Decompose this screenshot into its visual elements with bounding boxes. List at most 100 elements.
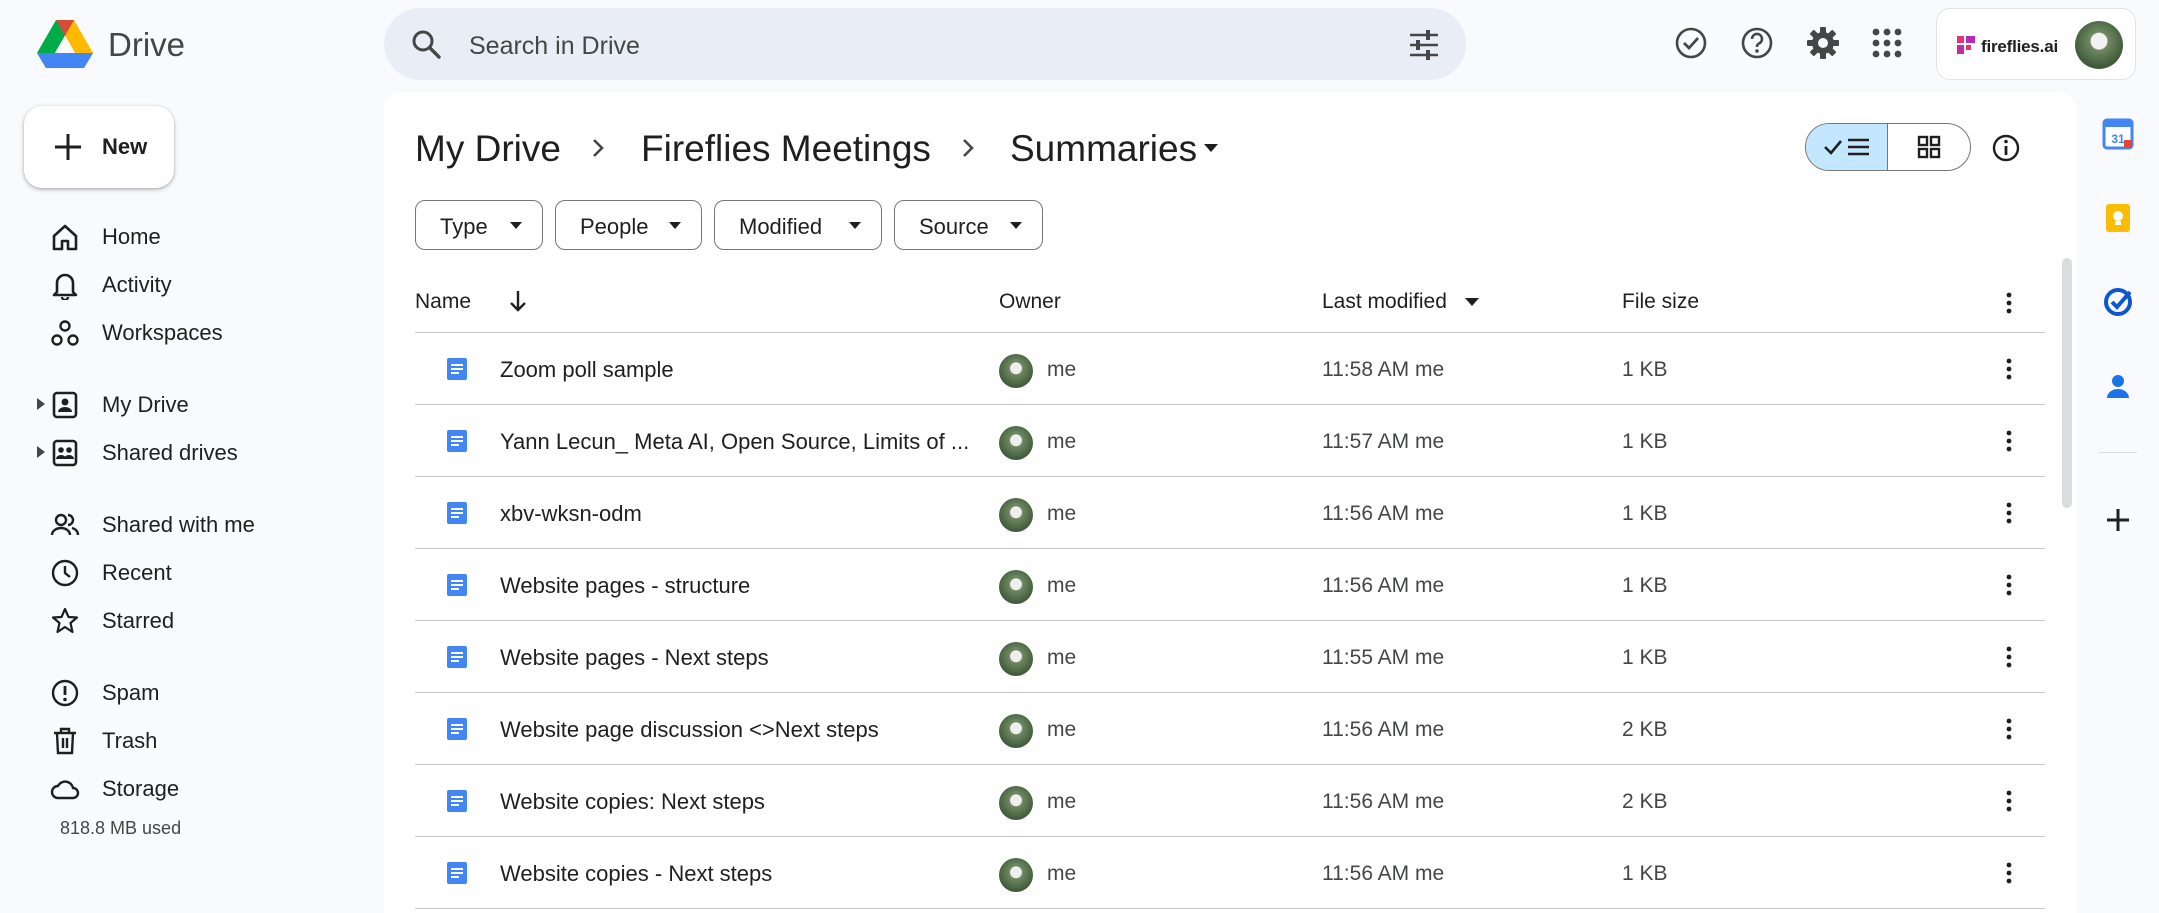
table-row[interactable]: Website page discussion <>Next steps me … <box>415 693 2045 765</box>
file-size: 1 KB <box>1622 430 1668 453</box>
sidebar-item-spam[interactable]: Spam <box>30 670 370 714</box>
table-row[interactable]: Website copies - Next steps me 11:56 AM … <box>415 837 2045 909</box>
scrollbar[interactable] <box>2062 258 2072 508</box>
sidebar-item-workspaces[interactable]: Workspaces <box>30 310 370 354</box>
filter-chip-modified[interactable]: Modified <box>714 200 882 250</box>
search-icon[interactable] <box>410 28 442 60</box>
file-name[interactable]: xbv-wksn-odm <box>500 501 970 527</box>
filter-chip-label: Source <box>919 214 989 239</box>
ready-for-offline-icon[interactable] <box>1673 25 1709 61</box>
more-vert-icon[interactable] <box>1995 289 2023 317</box>
file-name[interactable]: Zoom poll sample <box>500 357 970 383</box>
sidebar-item-label: Workspaces <box>102 320 223 345</box>
sidebar-item-home[interactable]: Home <box>30 214 370 258</box>
file-name[interactable]: Website page discussion <>Next steps <box>500 717 970 743</box>
account-avatar[interactable] <box>2075 21 2123 69</box>
file-owner: me <box>1047 358 1077 381</box>
drive-logo-icon[interactable] <box>36 18 94 70</box>
more-vert-icon[interactable] <box>1995 787 2023 815</box>
help-icon[interactable] <box>1739 25 1775 61</box>
filter-chip-type[interactable]: Type <box>415 200 543 250</box>
trash-icon <box>54 727 76 755</box>
sidebar-item-starred[interactable]: Starred <box>30 598 370 642</box>
search-options-icon[interactable] <box>1408 30 1440 60</box>
table-row[interactable]: Yann Lecun_ Meta AI, Open Source, Limits… <box>415 405 2045 477</box>
grid-icon <box>1917 135 1941 159</box>
more-vert-icon[interactable] <box>1995 499 2023 527</box>
expand-caret-icon[interactable] <box>36 445 46 459</box>
sidebar-item-recent[interactable]: Recent <box>30 550 370 594</box>
column-header-owner[interactable]: Owner <box>999 290 1061 314</box>
table-row[interactable]: Zoom poll sample me 11:58 AM me 1 KB <box>415 333 2045 405</box>
file-owner: me <box>1047 502 1077 525</box>
add-addon-plus-icon[interactable] <box>2102 504 2134 536</box>
view-toggle[interactable] <box>1805 123 1971 171</box>
file-size: 1 KB <box>1622 646 1668 669</box>
file-last-modified: 11:55 AM me <box>1322 646 1445 669</box>
column-header-name[interactable]: Name <box>415 290 471 314</box>
contacts-app-icon[interactable] <box>2102 370 2134 402</box>
folder-menu-caret-icon[interactable] <box>1203 143 1219 153</box>
owner-avatar <box>999 570 1033 604</box>
breadcrumb-my-drive[interactable]: My Drive <box>415 128 561 170</box>
account-switcher[interactable]: fireflies.ai <box>1936 8 2136 80</box>
column-header-last-modified[interactable]: Last modified <box>1322 290 1447 314</box>
search-input[interactable]: Search in Drive <box>469 32 640 61</box>
search-bar[interactable]: Search in Drive <box>384 8 1466 80</box>
sidebar-item-label: Storage <box>102 776 180 801</box>
table-row[interactable]: xbv-wksn-odm me 11:56 AM me 1 KB <box>415 477 2045 549</box>
table-row[interactable]: Website pages - structure me 11:56 AM me… <box>415 549 2045 621</box>
sidebar-item-label: My Drive <box>102 392 189 417</box>
more-vert-icon[interactable] <box>1995 859 2023 887</box>
owner-avatar <box>999 642 1033 676</box>
filter-chip-source[interactable]: Source <box>894 200 1043 250</box>
sidebar-item-activity[interactable]: Activity <box>30 262 370 306</box>
breadcrumb-fireflies-meetings[interactable]: Fireflies Meetings <box>641 128 931 170</box>
table-row[interactable]: Website pages - Next steps me 11:55 AM m… <box>415 621 2045 693</box>
sidebar-item-shared-with-me[interactable]: Shared with me <box>30 502 370 546</box>
caret-down-icon[interactable] <box>1465 298 1479 307</box>
table-row[interactable]: Website copies: Next steps me 11:56 AM m… <box>415 765 2045 837</box>
breadcrumb-summaries[interactable]: Summaries <box>1010 128 1197 170</box>
file-name[interactable]: Website pages - Next steps <box>500 645 970 671</box>
sidebar-item-trash[interactable]: Trash <box>30 718 370 762</box>
more-vert-icon[interactable] <box>1995 427 2023 455</box>
list-view-button[interactable] <box>1806 124 1888 170</box>
more-vert-icon[interactable] <box>1995 571 2023 599</box>
file-name[interactable]: Website copies - Next steps <box>500 861 970 887</box>
google-doc-icon <box>447 502 467 524</box>
expand-caret-icon[interactable] <box>36 397 46 411</box>
file-name[interactable]: Yann Lecun_ Meta AI, Open Source, Limits… <box>500 429 970 455</box>
star-icon <box>51 607 79 634</box>
sidebar-item-shared-drives[interactable]: Shared drives <box>30 430 370 474</box>
new-button[interactable]: New <box>24 106 174 188</box>
caret-down-icon <box>510 222 522 229</box>
app-name: Drive <box>108 26 186 63</box>
file-name[interactable]: Website pages - structure <box>500 573 970 599</box>
chevron-right-icon <box>593 139 604 157</box>
home-icon <box>52 224 78 251</box>
tasks-app-icon[interactable] <box>2102 286 2134 318</box>
sidebar-item-storage[interactable]: Storage <box>30 766 370 810</box>
sidebar-item-label: Home <box>102 224 161 249</box>
info-icon[interactable] <box>1990 132 2022 164</box>
settings-gear-icon[interactable] <box>1805 25 1841 61</box>
more-vert-icon[interactable] <box>1995 715 2023 743</box>
more-vert-icon[interactable] <box>1995 355 2023 383</box>
file-owner: me <box>1047 718 1077 741</box>
column-header-file-size[interactable]: File size <box>1622 290 1699 314</box>
filter-chip-people[interactable]: People <box>555 200 702 250</box>
more-vert-icon[interactable] <box>1995 643 2023 671</box>
sidebar-item-my-drive[interactable]: My Drive <box>30 382 370 426</box>
sort-arrow-down-icon[interactable] <box>507 289 529 313</box>
grid-view-button[interactable] <box>1889 124 1970 170</box>
keep-app-icon[interactable] <box>2102 202 2134 234</box>
file-name[interactable]: Website copies: Next steps <box>500 789 970 815</box>
calendar-app-icon[interactable]: 31 <box>2102 118 2134 150</box>
caret-down-icon <box>669 222 681 229</box>
apps-grid-icon[interactable] <box>1869 25 1905 61</box>
file-owner: me <box>1047 430 1077 453</box>
sidebar-item-label: Recent <box>102 560 172 585</box>
google-doc-icon <box>447 790 467 812</box>
file-owner: me <box>1047 574 1077 597</box>
